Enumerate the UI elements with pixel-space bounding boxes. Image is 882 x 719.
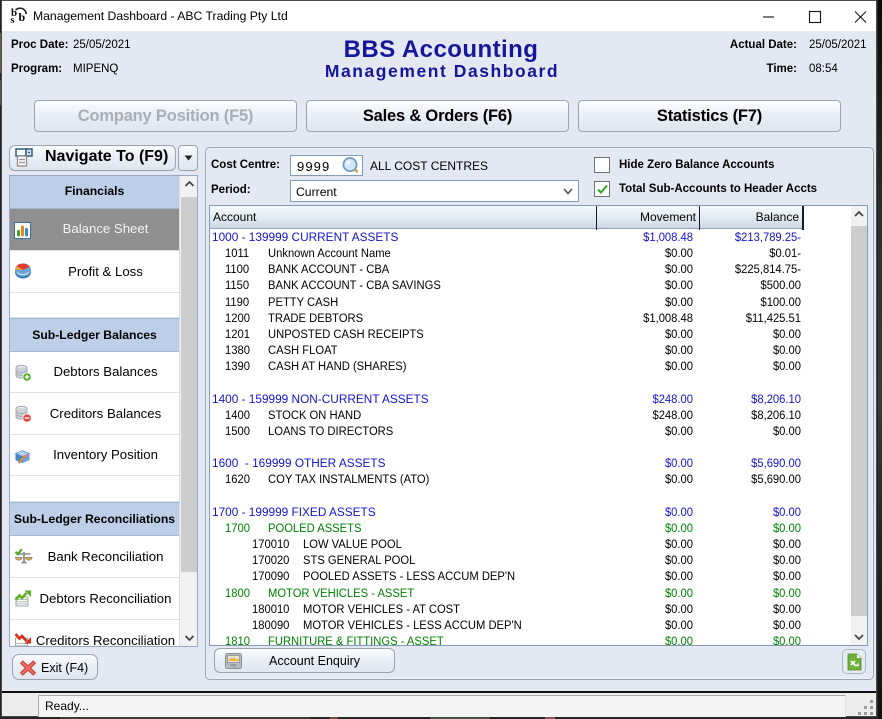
svg-text:b: b	[19, 10, 26, 24]
svg-text:s: s	[11, 15, 15, 26]
